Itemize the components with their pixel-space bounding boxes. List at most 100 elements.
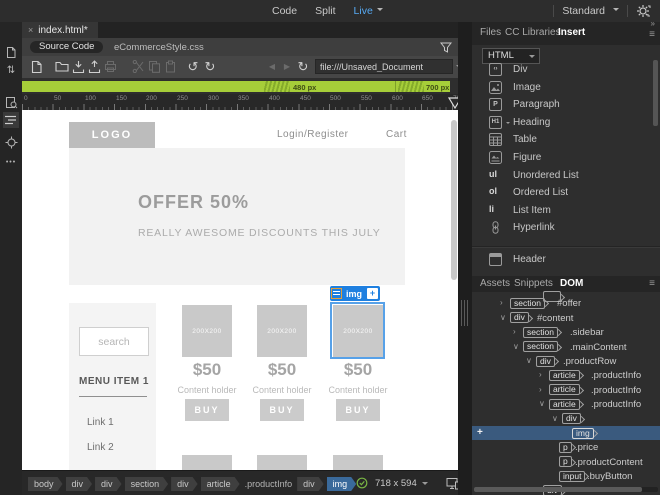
canvas-scrollbar[interactable]: [451, 120, 457, 280]
tab-insert[interactable]: Insert: [558, 22, 585, 44]
open-folder-icon[interactable]: [55, 60, 69, 74]
related-stylesheet-button[interactable]: eCommerceStyle.css: [114, 42, 204, 53]
code-inspect-icon[interactable]: [3, 94, 19, 110]
undo-icon[interactable]: ↺: [186, 60, 200, 74]
dom-row-partial[interactable]: [472, 282, 660, 302]
insert-item-ordered-list[interactable]: ol Ordered List: [472, 185, 658, 202]
dom-horizontal-scrollbar[interactable]: [474, 487, 658, 492]
tag-article[interactable]: article: [201, 477, 240, 491]
expander-icon[interactable]: ›: [539, 385, 542, 394]
expander-icon[interactable]: ›: [500, 298, 503, 307]
buy-button[interactable]: BUY: [260, 399, 304, 421]
dom-row-maincontent[interactable]: ∨ section .mainContent: [472, 340, 660, 354]
collapse-panels-icon[interactable]: »: [651, 19, 655, 28]
dom-row-price[interactable]: p .price: [472, 440, 660, 454]
print-icon[interactable]: [104, 60, 118, 74]
dom-row-content[interactable]: ∨ div #content: [472, 311, 660, 325]
tag-div[interactable]: div: [297, 477, 324, 491]
tag-div[interactable]: div: [95, 477, 122, 491]
more-tools-icon[interactable]: •••: [3, 154, 19, 170]
login-register-link[interactable]: Login/Register: [277, 129, 348, 140]
dom-row-productinfo[interactable]: ∨ article .productInfo: [472, 397, 660, 411]
product-image[interactable]: [333, 455, 383, 470]
expander-icon[interactable]: ›: [513, 327, 516, 336]
panel-splitter[interactable]: [458, 22, 472, 495]
insert-item-figure[interactable]: Figure: [472, 150, 658, 167]
product-image[interactable]: 200X200: [257, 305, 307, 357]
tag-body[interactable]: body: [28, 477, 63, 491]
tag-section[interactable]: section: [125, 477, 169, 491]
buy-button[interactable]: BUY: [336, 399, 380, 421]
dom-row-img-selected[interactable]: + img: [472, 426, 660, 441]
expander-icon[interactable]: ∨: [526, 356, 532, 365]
lint-ok-icon[interactable]: [356, 477, 368, 489]
splitter-handle[interactable]: [461, 300, 469, 326]
expander-icon[interactable]: ∨: [500, 313, 506, 322]
source-code-button[interactable]: Source Code: [30, 41, 104, 53]
insert-item-paragraph[interactable]: P Paragraph: [472, 97, 658, 114]
insert-item-div[interactable]: ‹› Div: [472, 62, 658, 79]
filter-icon[interactable]: [440, 41, 452, 53]
media-query-strip[interactable]: 480 px 700 px: [22, 81, 450, 92]
product-image[interactable]: [182, 455, 232, 470]
dom-row-buybutton[interactable]: input .buyButton: [472, 469, 660, 483]
file-icon[interactable]: [3, 44, 19, 60]
buy-button[interactable]: BUY: [185, 399, 229, 421]
expander-icon[interactable]: ∨: [552, 414, 558, 423]
live-view-dropdown-icon[interactable]: [376, 8, 383, 14]
dom-row-sidebar[interactable]: › section .sidebar: [472, 325, 660, 339]
tag-productinfo-class[interactable]: .productInfo: [243, 477, 295, 491]
code-view-button[interactable]: Code: [272, 5, 297, 17]
panel-menu-icon[interactable]: ≡: [649, 29, 655, 40]
scrollbar-thumb[interactable]: [474, 487, 642, 492]
expander-icon[interactable]: ∨: [539, 399, 545, 408]
insert-item-table[interactable]: Table: [472, 132, 658, 149]
new-document-icon[interactable]: [30, 60, 44, 74]
insert-item-image[interactable]: Image: [472, 80, 658, 97]
heading-dropdown-icon[interactable]: [506, 122, 510, 126]
forward-icon[interactable]: ▶: [280, 60, 294, 74]
workspace-dropdown-icon[interactable]: [613, 8, 619, 14]
tab-cc-libraries[interactable]: CC Libraries: [505, 22, 561, 44]
target-icon[interactable]: [3, 134, 19, 150]
dom-row-productrow[interactable]: ∨ div .productRow: [472, 354, 660, 368]
insert-item-list-item[interactable]: li List Item: [472, 203, 658, 220]
tag-img-active[interactable]: img: [327, 477, 357, 491]
dom-row-productinfo[interactable]: › article .productInfo: [472, 368, 660, 382]
document-tab[interactable]: × index.html*: [22, 22, 98, 38]
add-element-icon[interactable]: +: [367, 288, 379, 299]
tab-files[interactable]: Files: [480, 22, 501, 44]
refresh-icon[interactable]: ↻: [296, 60, 310, 74]
tag-div[interactable]: div: [171, 477, 198, 491]
dom-panel-icon[interactable]: [3, 112, 19, 128]
split-view-button[interactable]: Split: [315, 5, 335, 17]
element-hamburger-icon[interactable]: [331, 288, 342, 299]
live-view-canvas[interactable]: LOGO Login/Register Cart OFFER 50% REALL…: [22, 110, 458, 470]
cart-link[interactable]: Cart: [386, 129, 407, 140]
sidebar-link-1[interactable]: Link 1: [87, 417, 114, 428]
put-file-icon[interactable]: [88, 60, 102, 74]
element-display[interactable]: img +: [330, 286, 381, 301]
expander-icon[interactable]: ∨: [513, 342, 519, 351]
insert-item-header[interactable]: Header: [472, 252, 658, 269]
redo-icon[interactable]: ↻: [203, 60, 217, 74]
expander-icon[interactable]: ›: [539, 370, 542, 379]
dom-row-offer[interactable]: › section #offer: [472, 296, 660, 310]
tag-div[interactable]: div: [66, 477, 93, 491]
insert-item-heading[interactable]: H1 Heading: [472, 115, 658, 132]
product-image[interactable]: [257, 455, 307, 470]
insert-item-unordered-list[interactable]: ul Unordered List: [472, 168, 658, 185]
extract-arrows-icon[interactable]: ⇅: [3, 62, 19, 78]
paste-icon[interactable]: [164, 60, 178, 74]
live-view-button[interactable]: Live: [354, 5, 373, 17]
address-field[interactable]: [315, 59, 453, 74]
get-file-icon[interactable]: [72, 60, 86, 74]
close-tab-icon[interactable]: ×: [28, 25, 33, 35]
workspace-switcher[interactable]: Standard: [562, 5, 605, 17]
cut-icon[interactable]: [132, 60, 146, 74]
dom-row-productinfo[interactable]: › article .productInfo: [472, 383, 660, 397]
dom-row-div[interactable]: ∨ div: [472, 412, 660, 426]
product-image[interactable]: 200X200: [182, 305, 232, 357]
copy-icon[interactable]: [148, 60, 162, 74]
sync-settings-icon[interactable]: [636, 4, 652, 18]
